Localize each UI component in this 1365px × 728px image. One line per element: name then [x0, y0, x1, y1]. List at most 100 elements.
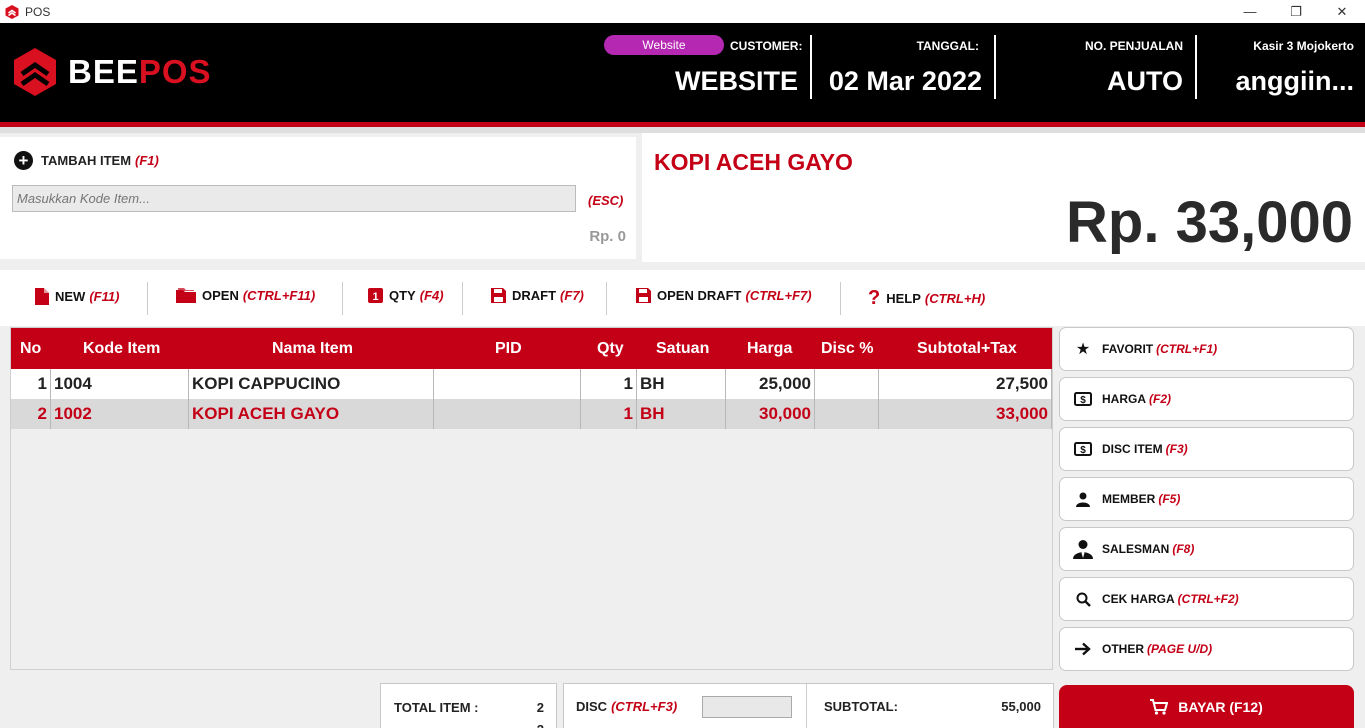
cart-icon: [1150, 698, 1169, 715]
restore-button[interactable]: ❐: [1273, 0, 1319, 23]
salesman-button[interactable]: SALESMAN (F8): [1059, 527, 1354, 571]
open-button[interactable]: OPEN (CTRL+F11): [176, 288, 315, 303]
customer-value[interactable]: WEBSITE: [675, 66, 798, 97]
totals-divider: [806, 684, 807, 728]
add-item-panel: + TAMBAH ITEM (F1) (ESC) Rp. 0: [0, 137, 636, 259]
add-item-title: + TAMBAH ITEM (F1): [14, 151, 159, 170]
item-display-panel: KOPI ACEH GAYO Rp. 33,000: [642, 133, 1365, 262]
window-titlebar: POS — ❐ ✕: [0, 0, 1365, 23]
disc-input[interactable]: [702, 696, 792, 718]
column-qty[interactable]: Qty: [597, 340, 624, 358]
toolbar-divider: [840, 282, 841, 315]
qty-button[interactable]: 1 QTY (F4): [368, 288, 444, 303]
header-divider: [1195, 35, 1197, 99]
brand-name: BEEPOS: [68, 53, 212, 90]
column-unit[interactable]: Satuan: [656, 340, 709, 358]
cashier-name: anggiin...: [1235, 66, 1355, 96]
header-divider: [810, 35, 812, 99]
column-disc[interactable]: Disc %: [821, 340, 873, 358]
cell-name: KOPI ACEH GAYO: [189, 399, 434, 429]
price-button[interactable]: $ HARGA (F2): [1059, 377, 1354, 421]
subtotal-label: SUBTOTAL:: [824, 699, 898, 714]
action-toolbar: NEW (F11) OPEN (CTRL+F11) 1 QTY (F4) DRAFT(…: [0, 270, 1365, 326]
table-header: No Kode Item Nama Item PID Qty Satuan Ha…: [11, 328, 1052, 369]
save-icon: [491, 288, 506, 303]
column-code[interactable]: Kode Item: [83, 340, 160, 358]
cell-no: 2: [11, 399, 51, 429]
total-item-label: TOTAL ITEM :: [394, 700, 479, 715]
question-icon: ?: [868, 287, 881, 309]
search-icon: [1072, 592, 1094, 607]
column-price[interactable]: Harga: [747, 340, 792, 358]
cart-table: No Kode Item Nama Item PID Qty Satuan Ha…: [10, 327, 1053, 670]
cell-price: 25,000: [726, 369, 815, 399]
cashier-location: Kasir 3 Mojokerto: [1253, 39, 1354, 53]
pay-button[interactable]: BAYAR (F12): [1059, 685, 1354, 728]
total-item-value: 2: [536, 700, 544, 715]
total-item-box: TOTAL ITEM : 2 2: [380, 683, 557, 728]
cell-subtotal: 27,500: [879, 369, 1052, 399]
esc-hint: (ESC): [588, 193, 624, 208]
save-icon: [636, 288, 651, 303]
column-name[interactable]: Nama Item: [272, 340, 353, 358]
table-row-selected[interactable]: 2 1002 KOPI ACEH GAYO 1 BH 30,000 33,000: [11, 399, 1052, 429]
money-icon: $: [1072, 442, 1094, 456]
selected-item-price: Rp. 33,000: [1066, 190, 1353, 255]
column-subtotal[interactable]: Subtotal+Tax: [917, 340, 1017, 358]
item-code-input[interactable]: [12, 185, 576, 212]
table-row[interactable]: 1 1004 KOPI CAPPUCINO 1 BH 25,000 27,500: [11, 369, 1052, 399]
user-icon: [1072, 492, 1094, 507]
date-value: 02 Mar 2022: [828, 66, 982, 96]
cell-price: 30,000: [726, 399, 815, 429]
cell-code: 1002: [51, 399, 189, 429]
help-button[interactable]: ? HELP (CTRL+H): [868, 288, 985, 308]
favorite-button[interactable]: ★ FAVORIT (CTRL+F1): [1059, 327, 1354, 371]
cell-pid: [434, 369, 581, 399]
cell-no: 1: [11, 369, 51, 399]
bee-hex-icon: [14, 48, 56, 96]
toolbar-divider: [606, 282, 607, 315]
selected-item-name: KOPI ACEH GAYO: [654, 149, 853, 175]
svg-text:1: 1: [372, 291, 378, 303]
cell-disc: [815, 369, 879, 399]
svg-text:$: $: [1080, 445, 1086, 456]
quantity-icon: 1: [368, 288, 383, 303]
close-button[interactable]: ✕: [1319, 0, 1365, 23]
column-no[interactable]: No: [20, 340, 41, 358]
disc-item-button[interactable]: $ DISC ITEM (F3): [1059, 427, 1354, 471]
folder-icon: [176, 288, 196, 303]
minimize-button[interactable]: —: [1227, 0, 1273, 23]
subtotal-value: 55,000: [1001, 699, 1041, 714]
cell-subtotal: 33,000: [879, 399, 1052, 429]
sale-number-value: AUTO: [1106, 66, 1183, 96]
sale-number-label: NO. PENJUALAN: [1084, 39, 1183, 53]
document-icon: [35, 288, 49, 305]
toolbar-divider: [342, 282, 343, 315]
customer-label: CUSTOMER:: [730, 39, 803, 53]
money-icon: $: [1072, 392, 1094, 406]
window-title: POS: [25, 4, 51, 19]
cell-unit: BH: [637, 399, 726, 429]
other-button[interactable]: OTHER (PAGE U/D): [1059, 627, 1354, 671]
star-icon: ★: [1075, 341, 1091, 358]
brand-logo: BEEPOS: [12, 47, 212, 97]
check-price-button[interactable]: CEK HARGA (CTRL+F2): [1059, 577, 1354, 621]
cell-disc: [815, 399, 879, 429]
draft-button[interactable]: DRAFT (F7): [491, 288, 584, 303]
plus-circle-icon: +: [14, 151, 33, 170]
svg-text:$: $: [1080, 395, 1086, 406]
open-draft-button[interactable]: OPEN DRAFT (CTRL+F7): [636, 288, 812, 303]
cell-qty: 1: [581, 399, 637, 429]
arrow-right-icon: [1072, 642, 1094, 656]
cell-qty: 1: [581, 369, 637, 399]
member-button[interactable]: MEMBER (F5): [1059, 477, 1354, 521]
new-button[interactable]: NEW (F11): [35, 288, 119, 305]
date-label: TANGGAL:: [916, 39, 979, 53]
disc-label: DISC (CTRL+F3): [576, 699, 678, 714]
channel-badge[interactable]: Website: [604, 35, 724, 55]
header-divider: [994, 35, 996, 99]
cell-code: 1004: [51, 369, 189, 399]
column-pid[interactable]: PID: [495, 340, 522, 358]
totals-box: DISC (CTRL+F3) SUBTOTAL: 55,000: [563, 683, 1054, 728]
input-price: Rp. 0: [589, 228, 626, 245]
